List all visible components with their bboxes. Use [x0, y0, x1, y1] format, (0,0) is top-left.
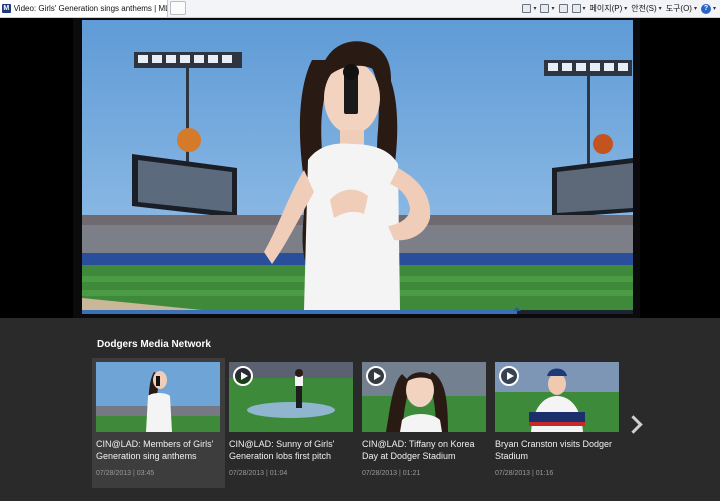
mail-icon	[558, 4, 568, 13]
card-meta: 07/28/2013 | 03:45	[96, 470, 155, 477]
chevron-down-icon: ▾	[582, 6, 586, 12]
home-icon	[522, 4, 532, 13]
chevron-down-icon: ▾	[658, 6, 662, 12]
tools-menu-label: 도구(O)	[665, 4, 692, 13]
video-frame[interactable]	[82, 20, 633, 310]
video-card[interactable]: CIN@LAD: Members of Girls' Generation si…	[92, 358, 225, 488]
feeds-button[interactable]: ▾	[540, 4, 555, 13]
page-menu-label: 페이지(P)	[589, 4, 623, 13]
right-margin	[633, 18, 720, 318]
video-card[interactable]: CIN@LAD: Tiffany on Korea Day at Dodger …	[358, 358, 491, 488]
progress-marker[interactable]	[513, 307, 522, 311]
mail-button[interactable]	[558, 4, 568, 13]
safety-menu-label: 안전(S)	[631, 4, 657, 13]
page-content: Dodgers Media Network CIN@LAD: Members o…	[0, 18, 720, 501]
chevron-down-icon: ▾	[624, 6, 628, 12]
video-thumbnail[interactable]	[96, 362, 220, 432]
card-meta: 07/28/2013 | 01:04	[229, 470, 288, 477]
mlb-favicon-icon: M	[2, 4, 11, 13]
card-title[interactable]: Bryan Cranston visits Dodger Stadium	[495, 438, 620, 464]
chevron-down-icon: ▾	[712, 6, 716, 12]
chevron-down-icon: ▾	[533, 6, 537, 12]
play-icon[interactable]	[366, 366, 386, 386]
help-button[interactable]: ? ▾	[700, 3, 716, 14]
video-scene-image	[82, 20, 633, 310]
print-icon	[571, 4, 581, 13]
safety-menu[interactable]: 안전(S) ▾	[631, 3, 661, 14]
feeds-icon	[540, 4, 550, 13]
play-icon[interactable]	[233, 366, 253, 386]
card-title[interactable]: CIN@LAD: Sunny of Girls' Generation lobs…	[229, 438, 354, 464]
section-title: Dodgers Media Network	[97, 339, 211, 350]
print-button[interactable]: ▾	[571, 4, 586, 13]
media-network-panel: Dodgers Media Network CIN@LAD: Members o…	[0, 318, 720, 501]
video-progress-bar[interactable]	[82, 307, 633, 314]
video-card[interactable]: Bryan Cranston visits Dodger Stadium 07/…	[491, 358, 624, 488]
progress-played	[82, 310, 518, 314]
video-carousel: CIN@LAD: Members of Girls' Generation si…	[92, 358, 624, 488]
card-meta: 07/28/2013 | 01:21	[362, 470, 421, 477]
video-card[interactable]: CIN@LAD: Sunny of Girls' Generation lobs…	[225, 358, 358, 488]
browser-tab[interactable]: M Video: Girls' Generation sings anthems…	[0, 0, 168, 17]
video-thumbnail[interactable]	[362, 362, 486, 432]
chevron-down-icon: ▾	[693, 6, 697, 12]
video-thumbnail[interactable]	[229, 362, 353, 432]
new-tab-button[interactable]	[170, 1, 186, 15]
browser-chrome: M Video: Girls' Generation sings anthems…	[0, 0, 720, 18]
card-title[interactable]: CIN@LAD: Members of Girls' Generation si…	[96, 438, 221, 464]
tools-menu[interactable]: 도구(O) ▾	[666, 3, 697, 14]
card-meta: 07/28/2013 | 01:16	[495, 470, 554, 477]
command-bar: ▾ ▾ ▾ 페이지(P) ▾ 안전(S) ▾ 도구(O) ▾ ? ▾	[522, 0, 716, 17]
chevron-down-icon: ▾	[551, 6, 555, 12]
card-title[interactable]: CIN@LAD: Tiffany on Korea Day at Dodger …	[362, 438, 487, 464]
page-menu[interactable]: 페이지(P) ▾	[590, 3, 628, 14]
play-icon[interactable]	[499, 366, 519, 386]
tab-title: Video: Girls' Generation sings anthems |…	[13, 4, 167, 13]
left-margin	[0, 18, 73, 318]
help-icon: ?	[700, 3, 711, 14]
video-thumbnail[interactable]	[495, 362, 619, 432]
next-arrow-icon[interactable]	[625, 414, 641, 436]
home-button[interactable]: ▾	[522, 4, 536, 13]
